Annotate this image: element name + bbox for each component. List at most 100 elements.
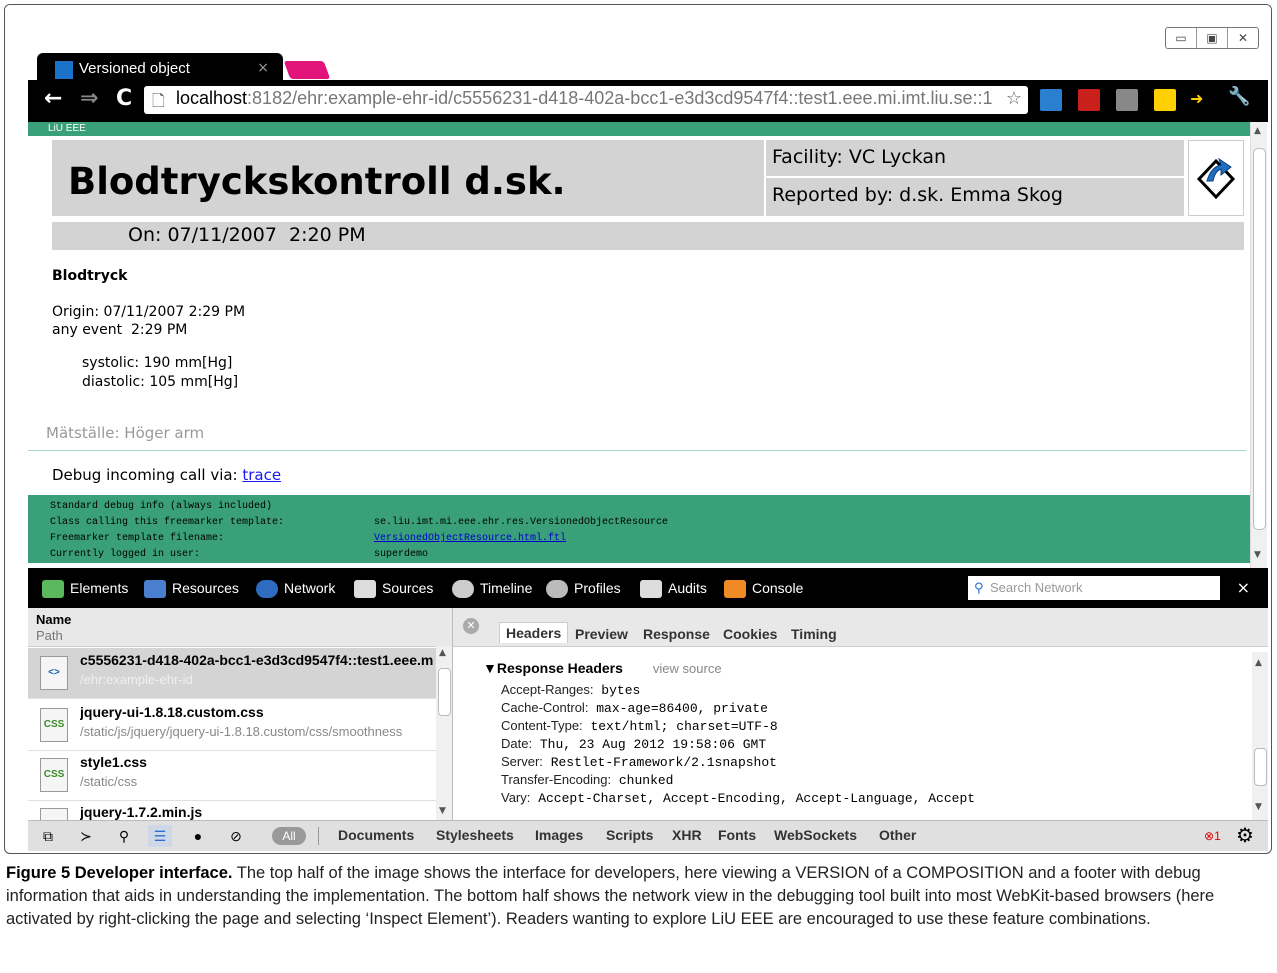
scroll-up-icon[interactable]: ▲ <box>1254 126 1261 136</box>
tab-sources[interactable]: Sources <box>354 580 433 599</box>
extension-tag-icon[interactable] <box>1116 89 1138 111</box>
filter-images[interactable]: Images <box>535 827 583 843</box>
scroll-thumb[interactable] <box>1254 748 1267 786</box>
filter-stylesheets[interactable]: Stylesheets <box>436 827 514 843</box>
tab-console[interactable]: Console <box>724 580 803 599</box>
filter-fonts[interactable]: Fonts <box>718 827 756 843</box>
tab-resources[interactable]: Resources <box>144 580 239 599</box>
clear-icon[interactable]: ⊘ <box>224 825 248 847</box>
url-text: localhost:8182/ehr:example-ehr-id/c55562… <box>176 88 993 109</box>
console-drawer-icon[interactable]: ≻ <box>74 825 98 847</box>
devtools-close-button[interactable]: × <box>1237 578 1250 597</box>
scroll-thumb[interactable] <box>438 668 451 716</box>
search-icon[interactable]: ⚲ <box>112 825 136 847</box>
debug-line: Debug incoming call via: trace <box>52 466 281 484</box>
tab-label: Audits <box>668 580 707 596</box>
tab-timeline[interactable]: Timeline <box>452 580 532 599</box>
header-row: Transfer-Encoding: chunked <box>501 772 674 788</box>
scroll-down-icon[interactable]: ▼ <box>439 806 446 816</box>
request-name: c5556231-d418-402a-bcc1-e3d3cd9547f4::te… <box>80 652 434 668</box>
divider <box>318 827 319 845</box>
address-bar[interactable]: 🗋 localhost:8182/ehr:example-ehr-id/c555… <box>144 86 1028 114</box>
debug-footer: Standard debug info (always included) Cl… <box>28 495 1250 563</box>
template-link[interactable]: VersionedObjectResource.html.ftl <box>374 533 566 544</box>
list-item[interactable]: CSS jquery-ui-1.8.18.custom.css /static/… <box>28 700 436 751</box>
browser-toolbar: ← ⇒ C 🗋 localhost:8182/ehr:example-ehr-i… <box>28 80 1268 122</box>
close-window-button[interactable]: ✕ <box>1227 28 1258 48</box>
debug-label: Currently logged in user: <box>50 549 201 560</box>
filter-other[interactable]: Other <box>879 827 916 843</box>
measurement-location: Mätställe: Höger arm <box>46 424 205 442</box>
extension-graph-icon[interactable] <box>1078 89 1100 111</box>
column-header[interactable]: Name Path <box>28 608 452 647</box>
scroll-down-icon[interactable]: ▼ <box>1255 802 1262 812</box>
request-name: style1.css <box>80 754 147 770</box>
trace-link[interactable]: trace <box>242 466 281 484</box>
minimize-button[interactable]: ▭ <box>1166 28 1196 48</box>
filter-all[interactable]: All <box>272 827 306 845</box>
scroll-thumb[interactable] <box>1253 148 1266 530</box>
scroll-up-icon[interactable]: ▲ <box>439 648 446 658</box>
scroll-up-icon[interactable]: ▲ <box>1255 658 1262 668</box>
response-headers-title[interactable]: ▼Response Headers view source <box>483 660 722 677</box>
list-item[interactable]: CSS style1.css /static/css <box>28 750 436 801</box>
event-text: any event 2:29 PM <box>52 322 188 338</box>
search-network-input[interactable]: Search Network <box>968 576 1220 600</box>
tab-headers[interactable]: Headers <box>499 622 569 643</box>
facility-text: Facility: VC Lyckan <box>772 146 947 168</box>
detail-tabs: ✕ Headers Preview Response Cookies Timin… <box>453 608 1268 647</box>
close-details-icon[interactable]: ✕ <box>463 618 479 634</box>
list-view-icon[interactable]: ☰ <box>148 825 172 847</box>
maximize-button[interactable]: ▣ <box>1196 28 1227 48</box>
tab-timing[interactable]: Timing <box>791 626 837 642</box>
settings-gear-icon[interactable]: ⚙ <box>1236 823 1254 848</box>
header-row: Cache-Control: max-age=86400, private <box>501 700 768 716</box>
back-button[interactable]: ← <box>44 86 62 111</box>
tab-cookies[interactable]: Cookies <box>723 626 777 642</box>
sources-icon <box>354 580 376 599</box>
navigate-arrow-icon[interactable] <box>1189 141 1243 215</box>
page-scrollbar[interactable]: ▲ ▼ <box>1250 122 1267 568</box>
request-path: /ehr:example-ehr-id <box>80 672 193 687</box>
filter-documents[interactable]: Documents <box>338 827 414 843</box>
record-icon[interactable]: ● <box>186 825 210 847</box>
tab-label: Resources <box>172 580 239 596</box>
version-link-box[interactable] <box>1188 140 1244 216</box>
debug-value: se.liu.imt.mi.eee.ehr.res.VersionedObjec… <box>374 517 669 528</box>
tab-audits[interactable]: Audits <box>640 580 707 599</box>
filter-xhr[interactable]: XHR <box>672 827 702 843</box>
list-scrollbar[interactable]: ▲ ▼ <box>436 646 452 820</box>
tab-profiles[interactable]: Profiles <box>546 580 621 599</box>
list-item[interactable]: <> c5556231-d418-402a-bcc1-e3d3cd9547f4:… <box>28 648 436 699</box>
diastolic-value: diastolic: 105 mm[Hg] <box>82 374 239 390</box>
extension-note-icon[interactable] <box>1154 89 1176 111</box>
error-counter[interactable]: ⊗1 <box>1204 829 1221 843</box>
reload-button[interactable]: C <box>116 86 132 111</box>
forward-button[interactable]: ⇒ <box>80 86 98 111</box>
tab-response[interactable]: Response <box>643 626 710 642</box>
devtools-status-bar: ⧉ ≻ ⚲ ☰ ● ⊘ All Documents Stylesheets Im… <box>28 820 1268 851</box>
header-value: bytes <box>593 683 641 698</box>
request-path: /static/css <box>80 774 138 789</box>
tab-elements[interactable]: Elements <box>42 580 128 599</box>
details-scrollbar[interactable]: ▲ ▼ <box>1252 652 1268 820</box>
section-heading: Blodtryck <box>52 268 128 284</box>
bookmark-star-icon[interactable]: ☆ <box>1006 88 1022 109</box>
new-tab-button[interactable] <box>283 61 331 79</box>
extension-screenshot-icon[interactable] <box>1040 89 1062 111</box>
dock-icon[interactable]: ⧉ <box>36 825 60 847</box>
tab-preview[interactable]: Preview <box>575 626 628 642</box>
view-source-link[interactable]: view source <box>653 661 722 676</box>
header-key: Server: <box>501 754 543 769</box>
filter-websockets[interactable]: WebSockets <box>774 827 857 843</box>
list-item[interactable]: jquery-1.7.2.min.js <box>28 800 436 820</box>
tab-close-icon[interactable]: × <box>257 60 269 76</box>
wrench-menu-icon[interactable]: 🔧 <box>1228 86 1250 107</box>
scroll-down-icon[interactable]: ▼ <box>1254 550 1261 560</box>
extension-login-icon[interactable]: ➜ <box>1190 89 1212 111</box>
filter-scripts[interactable]: Scripts <box>606 827 653 843</box>
header-row: Server: Restlet-Framework/2.1snapshot <box>501 754 777 770</box>
tab-network[interactable]: Network <box>256 580 335 599</box>
resources-icon <box>144 580 166 599</box>
column-path: Path <box>36 628 63 643</box>
